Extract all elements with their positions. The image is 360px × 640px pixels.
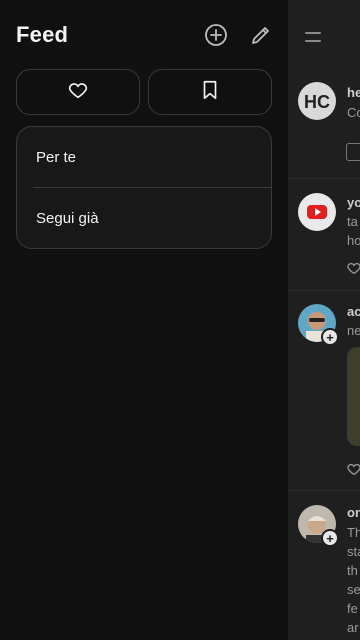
pencil-icon[interactable] [247,21,275,49]
bookmark-icon [200,79,220,106]
post-text: ho [347,233,360,248]
feed-menu: Per te Segui già [16,126,272,249]
menu-item-for-you[interactable]: Per te [17,127,271,188]
follow-plus-icon[interactable]: + [321,328,339,346]
post-text: sta [347,544,360,559]
menu-icon[interactable] [305,30,321,44]
menu-item-following[interactable]: Segui già [17,188,271,248]
post-text: th [347,563,358,578]
saved-button[interactable] [148,69,272,115]
post-username[interactable]: he [347,85,360,100]
like-icon[interactable] [346,260,360,276]
divider [288,490,360,491]
post-text: ta [347,214,358,229]
avatar[interactable]: HC [298,82,336,120]
post-media[interactable] [347,347,360,446]
post-username[interactable]: yo [347,195,360,210]
post-text: se [347,582,360,597]
post-text: fe [347,601,358,616]
svg-text:HC: HC [304,92,330,112]
feed-drawer: Feed Per te Segui già [0,0,288,640]
divider [288,290,360,291]
follow-plus-icon[interactable]: + [321,529,339,547]
image-icon [346,143,360,161]
favorites-button[interactable] [16,69,140,115]
divider [288,178,360,179]
post-username[interactable]: ac [347,304,360,319]
menu-item-label: Segui già [36,210,99,227]
drawer-header: Feed [16,20,272,52]
post-text: Th [347,525,360,540]
feed-preview[interactable]: HC he Co yo ta ho + ac ne + on Th sta th… [288,0,360,640]
avatar[interactable] [298,193,336,231]
post-username[interactable]: on [347,505,360,520]
post-text: ar [347,620,359,635]
heart-icon [67,79,89,106]
drawer-title: Feed [16,22,69,47]
post-text: ne [347,323,360,338]
menu-item-label: Per te [36,149,77,166]
like-icon[interactable] [346,461,360,477]
post-text: Co [347,105,360,120]
plus-circle-icon[interactable] [202,21,230,49]
